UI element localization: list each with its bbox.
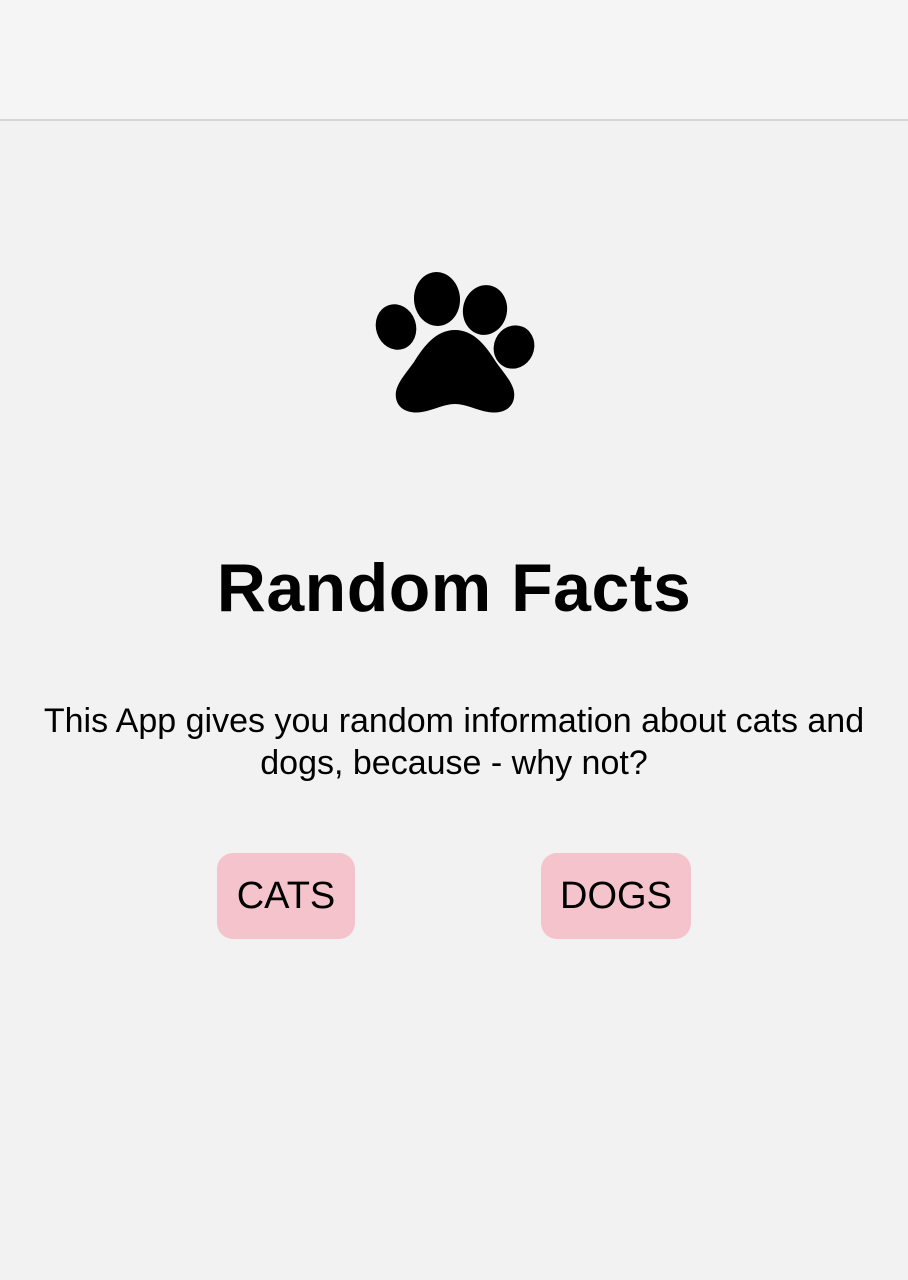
paw-print-icon	[374, 270, 536, 416]
app-screen: Random Facts This App gives you random i…	[0, 0, 908, 1280]
navigation-bar	[0, 0, 908, 121]
page-title: Random Facts	[216, 550, 692, 626]
app-description: This App gives you random information ab…	[43, 702, 865, 782]
dogs-button[interactable]: DOGS	[541, 853, 691, 939]
cats-button[interactable]: CATS	[217, 853, 355, 939]
